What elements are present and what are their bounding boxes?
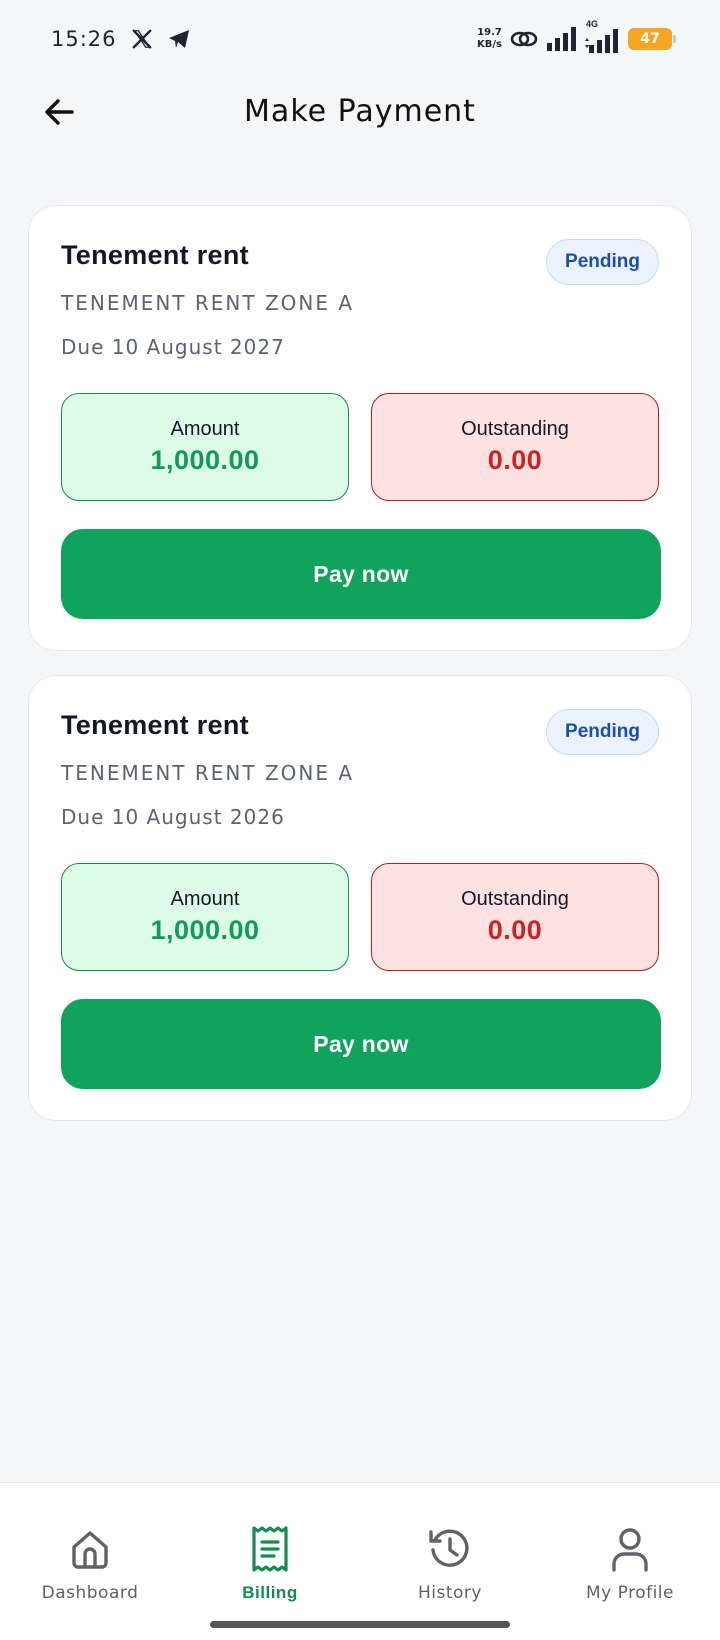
nav-item-history[interactable]: History	[360, 1483, 540, 1640]
amount-box: Amount 1,000.00	[61, 863, 349, 971]
amount-row: Amount 1,000.00 Outstanding 0.00	[61, 863, 659, 971]
status-time: 15:26	[51, 27, 117, 51]
bill-list: Tenement rent Pending TENEMENT RENT ZONE…	[28, 205, 692, 1145]
network-type-label: 4G	[586, 19, 599, 29]
page-title: Make Payment	[244, 94, 476, 129]
bill-card: Tenement rent Pending TENEMENT RENT ZONE…	[28, 675, 692, 1121]
outstanding-label: Outstanding	[461, 888, 569, 910]
nav-label-billing: Billing	[242, 1583, 298, 1602]
nav-item-my-profile[interactable]: My Profile	[540, 1483, 720, 1640]
outstanding-label: Outstanding	[461, 418, 569, 440]
home-icon	[66, 1525, 114, 1573]
nav-item-dashboard[interactable]: Dashboard	[0, 1483, 180, 1640]
status-bar: 15:26 19.7 KB/s 4G 47	[0, 0, 720, 78]
nav-item-billing[interactable]: Billing	[180, 1483, 360, 1640]
network-speed: 19.7 KB/s	[477, 27, 502, 51]
x-logo-icon	[131, 28, 153, 50]
amount-row: Amount 1,000.00 Outstanding 0.00	[61, 393, 659, 501]
outstanding-value: 0.00	[487, 445, 543, 475]
nav-label-history: History	[418, 1583, 482, 1603]
battery-indicator: 47	[628, 28, 676, 50]
network-speed-value: 19.7	[477, 27, 502, 38]
amount-label: Amount	[170, 418, 240, 440]
nav-label-dashboard: Dashboard	[41, 1583, 139, 1603]
amount-box: Amount 1,000.00	[61, 393, 349, 501]
signal-icon	[546, 27, 576, 51]
bill-zone: TENEMENT RENT ZONE A	[61, 291, 355, 315]
bottom-nav: Dashboard Billing History My Profile	[0, 1482, 720, 1640]
pay-now-button[interactable]: Pay now	[61, 529, 661, 619]
amount-value: 1,000.00	[150, 445, 260, 475]
outstanding-box: Outstanding 0.00	[371, 393, 659, 501]
receipt-icon	[246, 1525, 294, 1573]
telegram-icon	[167, 28, 191, 50]
battery-level: 47	[640, 31, 660, 47]
status-bar-left: 15:26	[51, 27, 191, 51]
nav-label-my-profile: My Profile	[586, 1583, 674, 1603]
amount-label: Amount	[170, 888, 240, 910]
bill-due-date: Due 10 August 2026	[61, 805, 285, 829]
link-icon	[510, 28, 538, 50]
bill-zone: TENEMENT RENT ZONE A	[61, 761, 355, 785]
bill-due-date: Due 10 August 2027	[61, 335, 285, 359]
status-badge: Pending	[546, 709, 659, 755]
outstanding-box: Outstanding 0.00	[371, 863, 659, 971]
signal-4g-icon: 4G	[584, 19, 620, 53]
bill-card: Tenement rent Pending TENEMENT RENT ZONE…	[28, 205, 692, 651]
history-icon	[426, 1525, 474, 1573]
network-speed-unit: KB/s	[477, 39, 502, 50]
home-indicator[interactable]	[210, 1621, 510, 1628]
amount-value: 1,000.00	[150, 915, 260, 945]
user-icon	[606, 1525, 654, 1573]
status-badge: Pending	[546, 239, 659, 285]
app-header: Make Payment	[0, 78, 720, 150]
status-bar-right: 19.7 KB/s 4G 47	[477, 19, 676, 53]
pay-now-button[interactable]: Pay now	[61, 999, 661, 1089]
outstanding-value: 0.00	[487, 915, 543, 945]
